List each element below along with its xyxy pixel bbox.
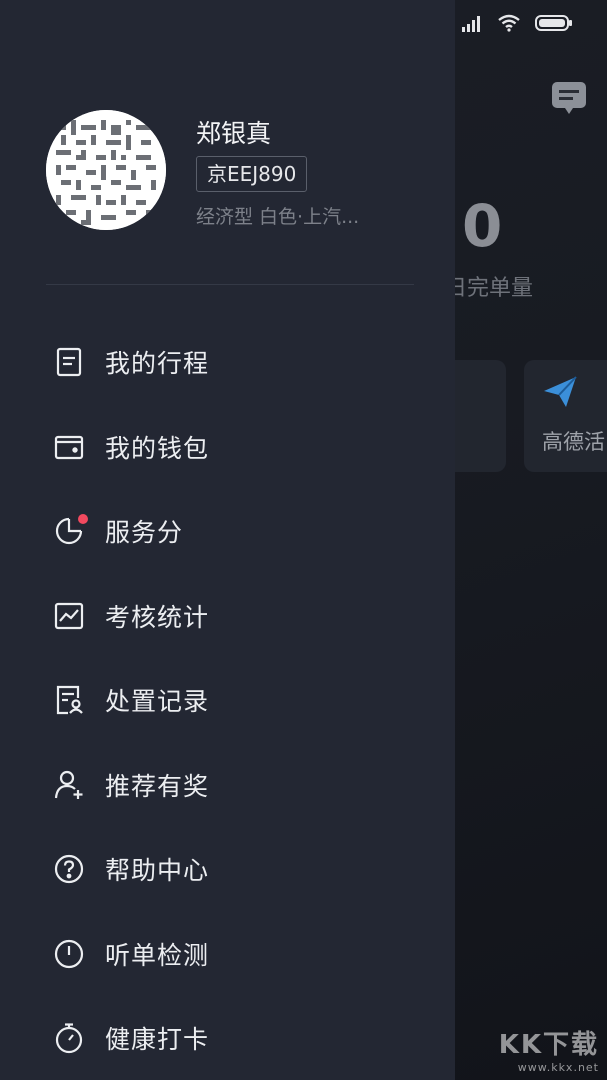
menu-item-label: 听单检测 (105, 940, 210, 970)
add-user-icon (52, 768, 86, 802)
paper-plane-icon (544, 376, 577, 407)
menu-item-label: 服务分 (105, 518, 184, 548)
menu-item-my-trips[interactable]: 我的行程 (0, 320, 455, 405)
driver-name: 郑银真 (196, 119, 272, 148)
battery-icon (535, 15, 572, 31)
completed-count-label: 日完单量 (445, 276, 534, 301)
menu-item-label: 帮助中心 (105, 856, 210, 886)
menu-item-service-score[interactable]: 服务分 (0, 489, 455, 574)
divider (46, 284, 414, 285)
feature-card-right[interactable]: 高德活 (524, 360, 607, 472)
profile-section[interactable]: 郑银真 京EEJ890 经济型 白色·上汽... (46, 110, 415, 230)
app-screen: 0 日完单量 高德活 郑银真 京EEJ890 经济型 白色·上汽... 我的行程… (0, 0, 607, 1080)
wallet-icon (52, 430, 86, 464)
drawer-menu: 我的行程 我的钱包 服务分 考核统计 处置记录 推荐有奖 帮助中心 听单检测 健… (0, 320, 455, 1080)
pie-chart-icon (52, 514, 88, 548)
menu-item-my-wallet[interactable]: 我的钱包 (0, 405, 455, 490)
menu-item-label: 推荐有奖 (105, 771, 210, 801)
record-user-icon (52, 683, 86, 717)
menu-item-referral-reward[interactable]: 推荐有奖 (0, 743, 455, 828)
watermark-url: www.kkx.net (517, 1061, 599, 1074)
avatar-qr-pattern (46, 110, 166, 230)
navigation-drawer: 郑银真 京EEJ890 经济型 白色·上汽... 我的行程 我的钱包 服务分 考… (0, 0, 455, 1080)
stopwatch-icon (52, 1021, 86, 1055)
line-chart-icon (52, 599, 86, 633)
avatar[interactable] (46, 110, 166, 230)
menu-item-disposal-records[interactable]: 处置记录 (0, 658, 455, 743)
menu-item-label: 我的行程 (105, 349, 210, 379)
status-bar (461, 14, 573, 32)
watermark: KK下载 www.kkx.net (499, 1024, 599, 1074)
menu-item-order-listening-test[interactable]: 听单检测 (0, 912, 455, 997)
watermark-logo-text: KK下载 (498, 1030, 599, 1060)
message-icon[interactable] (550, 80, 588, 116)
document-icon (52, 345, 86, 379)
license-plate-badge: 京EEJ890 (196, 156, 308, 192)
help-icon (52, 852, 86, 886)
menu-item-label: 我的钱包 (105, 433, 210, 463)
notification-dot (78, 514, 88, 525)
menu-item-help-center[interactable]: 帮助中心 (0, 827, 455, 912)
car-info: 经济型 白色·上汽... (196, 206, 360, 228)
menu-item-assessment-stats[interactable]: 考核统计 (0, 574, 455, 659)
menu-item-label: 处置记录 (105, 687, 210, 717)
menu-item-label: 考核统计 (105, 602, 210, 632)
menu-item-health-check-in[interactable]: 健康打卡 (0, 996, 455, 1080)
wifi-icon (498, 14, 520, 32)
clock-icon (52, 937, 86, 971)
signal-icon (462, 16, 480, 32)
menu-item-label: 健康打卡 (105, 1025, 210, 1055)
completed-count: 0 (462, 192, 503, 260)
feature-card-label: 高德活 (542, 430, 605, 454)
